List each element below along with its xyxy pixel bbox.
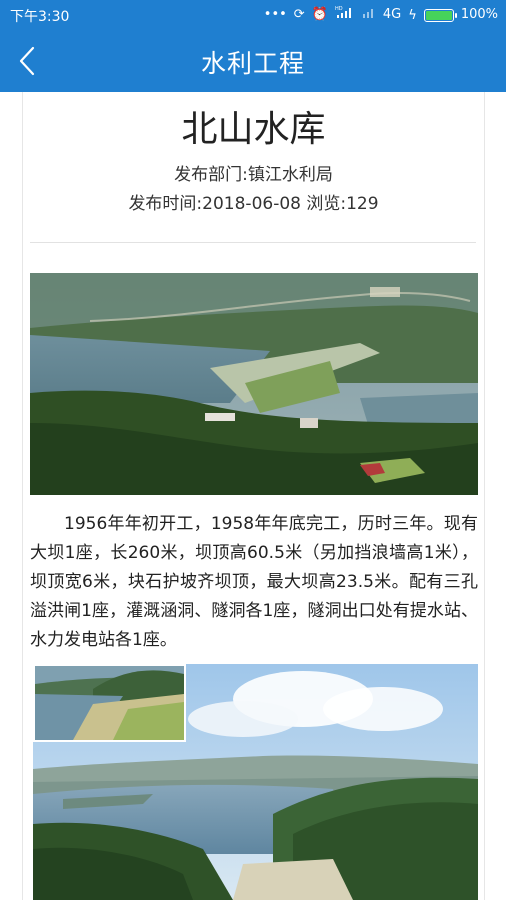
article-department: 发布部门:镇江水利局 xyxy=(174,165,333,185)
network-type: 4G xyxy=(382,7,402,22)
reservoir-aerial-photo-1[interactable] xyxy=(30,273,478,495)
article-content[interactable]: 北山水库 发布部门:镇江水利局 发布时间:2018-06-08 浏览:129 1… xyxy=(22,92,485,900)
sync-icon: ⟳ xyxy=(293,7,305,22)
more-dots-icon: ••• xyxy=(263,7,287,22)
status-time: 下午3:30 xyxy=(10,9,70,25)
article-title: 北山水库 xyxy=(181,109,326,150)
charging-icon: ϟ xyxy=(408,7,417,23)
battery-icon xyxy=(423,8,457,22)
status-bar: 下午3:30 ••• ⟳ ⏰ HD 4G ϟ 100% xyxy=(0,0,506,30)
hd-signal-icon: HD xyxy=(335,5,355,25)
alarm-icon: ⏰ xyxy=(311,7,328,22)
battery-fill xyxy=(425,10,452,20)
signal-icon xyxy=(362,5,376,25)
status-icons: ••• ⟳ ⏰ HD 4G ϟ 100% xyxy=(264,5,498,25)
reservoir-aerial-photo-2[interactable] xyxy=(33,664,478,900)
divider xyxy=(30,242,476,243)
svg-text:HD: HD xyxy=(335,6,343,12)
page-title: 水利工程 xyxy=(200,49,305,78)
article-body: 1956年年初开工，1958年年底完工，历时三年。现有大坝1座，长260米，坝顶… xyxy=(30,514,478,650)
battery-percent: 100% xyxy=(460,7,498,22)
title-bar: 水利工程 xyxy=(0,30,506,92)
article-publish-info: 发布时间:2018-06-08 浏览:129 xyxy=(128,194,379,214)
